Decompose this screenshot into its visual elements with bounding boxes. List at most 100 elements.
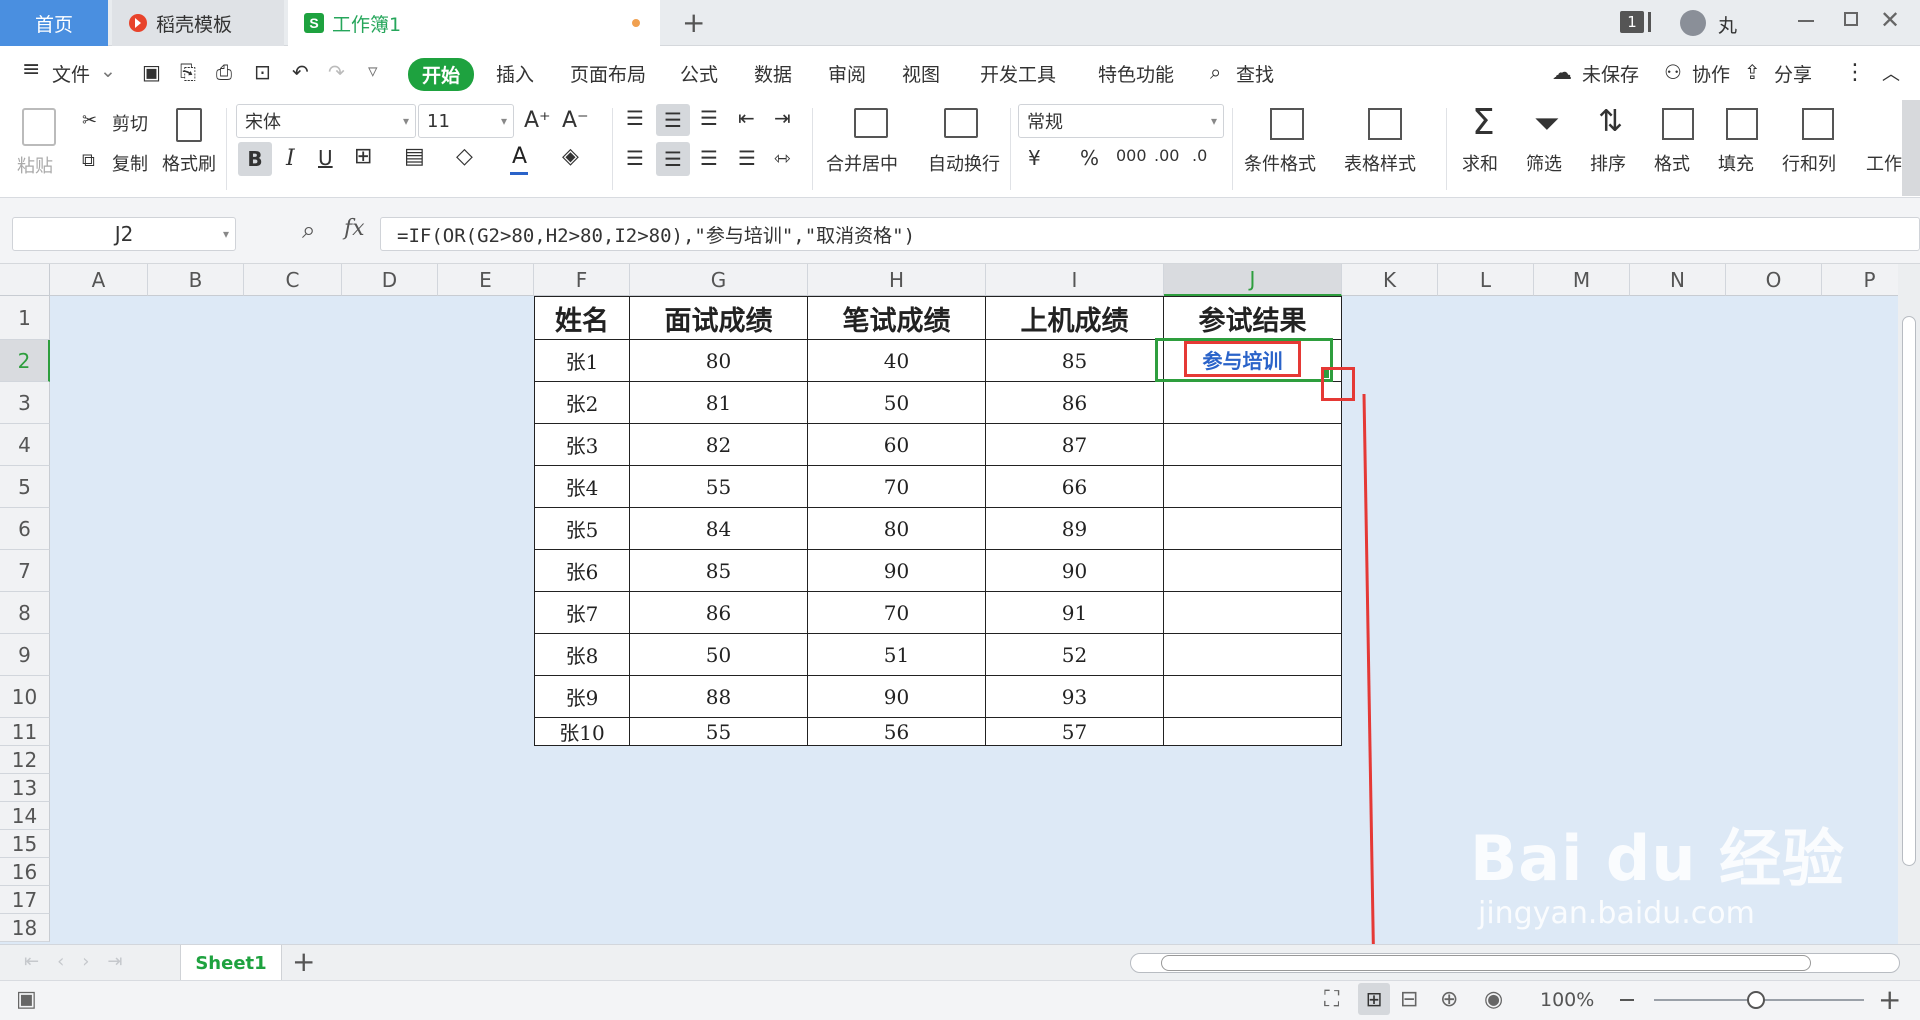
borders-icon[interactable]: ⊞ (354, 144, 372, 169)
row-header-6[interactable]: 6 (0, 508, 50, 550)
save-icon[interactable]: ▣ (142, 60, 161, 84)
cell-written-row10[interactable]: 90 (808, 676, 986, 718)
cell-interview-row9[interactable]: 50 (630, 634, 808, 676)
col-header-j[interactable]: J (1164, 264, 1342, 296)
collaborate-button[interactable]: 协作 (1692, 60, 1730, 87)
format-icon[interactable] (1662, 108, 1694, 140)
col-header-d[interactable]: D (342, 264, 438, 296)
col-header-g[interactable]: G (630, 264, 808, 296)
cell-result-row8[interactable] (1164, 592, 1342, 634)
clear-format-icon[interactable]: ◈ (562, 144, 579, 169)
thousands-icon[interactable]: 000 (1116, 146, 1147, 165)
col-header-l[interactable]: L (1438, 264, 1534, 296)
sum-button[interactable]: 求和 (1462, 150, 1498, 176)
decrease-font-icon[interactable]: A⁻ (562, 108, 589, 133)
header-name[interactable]: 姓名 (534, 296, 630, 340)
cell-computer-row4[interactable]: 87 (986, 424, 1164, 466)
row-header-4[interactable]: 4 (0, 424, 50, 466)
underline-icon[interactable]: U (318, 146, 333, 170)
cell-result-row11[interactable] (1164, 718, 1342, 746)
header-interview[interactable]: 面试成绩 (630, 296, 808, 340)
undo-icon[interactable]: ↶ (292, 60, 309, 84)
col-header-o[interactable]: O (1726, 264, 1822, 296)
cell-written-row4[interactable]: 60 (808, 424, 986, 466)
bold-icon[interactable]: B (238, 142, 272, 176)
row-header-5[interactable]: 5 (0, 466, 50, 508)
row-header-15[interactable]: 15 (0, 830, 50, 858)
tab-docer-templates[interactable]: 稻壳模板 (112, 0, 284, 46)
cell-computer-row11[interactable]: 57 (986, 718, 1164, 746)
row-header-18[interactable]: 18 (0, 914, 50, 942)
share-button[interactable]: 分享 (1774, 60, 1812, 87)
formula-input[interactable]: =IF(OR(G2>80,H2>80,I2>80),"参与培训","取消资格") (380, 217, 1920, 251)
cell-result-row4[interactable] (1164, 424, 1342, 466)
font-color-icon[interactable]: A (512, 144, 527, 169)
cell-computer-row6[interactable]: 89 (986, 508, 1164, 550)
menu-file[interactable]: 文件 (52, 60, 90, 87)
select-all-corner[interactable] (0, 264, 50, 296)
normal-view-icon[interactable]: ⊞ (1358, 983, 1390, 1015)
sort-button[interactable]: 排序 (1590, 150, 1626, 176)
eye-protection-icon[interactable]: ◉ (1484, 987, 1503, 1012)
row-header-13[interactable]: 13 (0, 774, 50, 802)
fill-color-icon[interactable]: ◇ (456, 144, 473, 169)
minimize-icon[interactable] (1798, 20, 1814, 22)
cell-result-row3[interactable] (1164, 382, 1342, 424)
align-middle-icon[interactable]: ☰ (656, 104, 690, 136)
vertical-scroll-thumb[interactable] (1902, 316, 1916, 866)
sheet-tab-sheet1[interactable]: Sheet1 (180, 945, 282, 981)
increase-indent-icon[interactable]: ⇥ (774, 106, 791, 130)
col-header-a[interactable]: A (50, 264, 148, 296)
menu-page-layout[interactable]: 页面布局 (570, 60, 646, 87)
quick-access-dropdown-icon[interactable]: ▿ (368, 60, 378, 82)
cell-computer-row7[interactable]: 90 (986, 550, 1164, 592)
cell-interview-row3[interactable]: 81 (630, 382, 808, 424)
col-header-f[interactable]: F (534, 264, 630, 296)
header-result[interactable]: 参试结果 (1164, 296, 1342, 340)
cell-written-row3[interactable]: 50 (808, 382, 986, 424)
paste-icon[interactable] (22, 108, 56, 146)
col-header-i[interactable]: I (986, 264, 1164, 296)
cell-written-row7[interactable]: 90 (808, 550, 986, 592)
row-header-14[interactable]: 14 (0, 802, 50, 830)
cell-interview-row10[interactable]: 88 (630, 676, 808, 718)
cell-interview-row7[interactable]: 85 (630, 550, 808, 592)
more-icon[interactable]: ⋮ (1844, 60, 1866, 85)
zoom-out-icon[interactable] (1620, 999, 1634, 1001)
cell-computer-row8[interactable]: 91 (986, 592, 1164, 634)
copy-button[interactable]: 复制 (112, 150, 148, 176)
conditional-format-button[interactable]: 条件格式 (1244, 150, 1316, 176)
menu-developer[interactable]: 开发工具 (980, 60, 1056, 87)
cell-result-row9[interactable] (1164, 634, 1342, 676)
row-header-3[interactable]: 3 (0, 382, 50, 424)
increase-decimal-icon[interactable]: .00 (1154, 146, 1179, 165)
col-header-n[interactable]: N (1630, 264, 1726, 296)
cell-written-row8[interactable]: 70 (808, 592, 986, 634)
cell-interview-row5[interactable]: 55 (630, 466, 808, 508)
cut-icon[interactable]: ✂ (82, 110, 97, 131)
merge-center-icon[interactable] (854, 108, 888, 138)
cell-interview-row8[interactable]: 86 (630, 592, 808, 634)
cell-name-row4[interactable]: 张3 (534, 424, 630, 466)
fullscreen-icon[interactable]: ⛶ (1324, 987, 1339, 1012)
align-bottom-icon[interactable]: ☰ (700, 106, 718, 130)
fx-icon[interactable]: fx (344, 216, 365, 241)
close-icon[interactable]: ✕ (1880, 6, 1900, 34)
print-icon[interactable]: ⎙ (216, 60, 232, 84)
new-tab-plus-icon[interactable]: + (682, 6, 705, 39)
hamburger-icon[interactable]: ≡ (22, 57, 40, 82)
format-painter-button[interactable]: 格式刷 (162, 150, 216, 176)
vertical-scrollbar[interactable] (1898, 264, 1920, 944)
menu-special[interactable]: 特色功能 (1098, 60, 1174, 87)
cell-result-row10[interactable] (1164, 676, 1342, 718)
row-header-16[interactable]: 16 (0, 858, 50, 886)
increase-font-icon[interactable]: A⁺ (524, 108, 551, 133)
format-painter-icon[interactable] (176, 108, 202, 142)
font-family-select[interactable]: 宋体 ▾ (236, 104, 416, 138)
cell-computer-row3[interactable]: 86 (986, 382, 1164, 424)
copy-icon[interactable]: ⧉ (82, 150, 95, 171)
macro-record-icon[interactable]: ▣ (16, 987, 37, 1012)
table-style-icon[interactable] (1368, 108, 1402, 140)
export-icon[interactable]: ⎘ (180, 60, 196, 84)
fill-icon[interactable] (1726, 108, 1758, 140)
